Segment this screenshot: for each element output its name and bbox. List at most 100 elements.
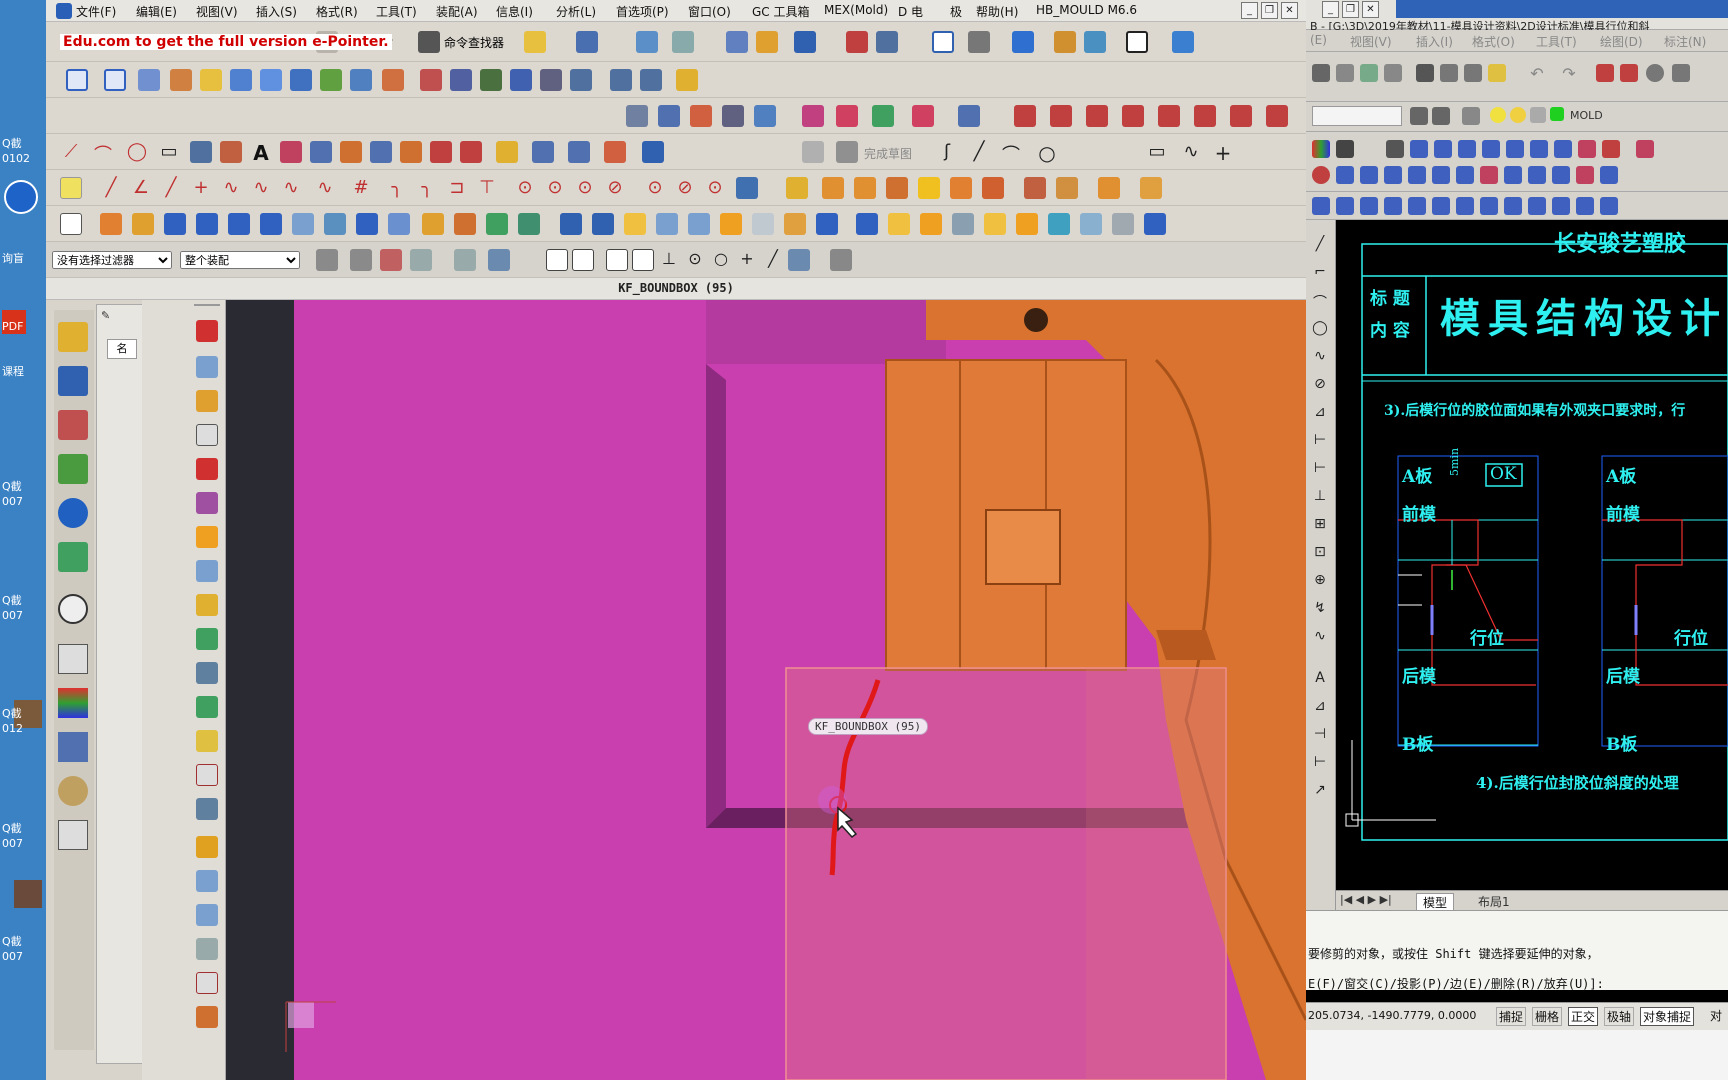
surface-icon[interactable] xyxy=(200,69,222,91)
cad-draw-icon[interactable] xyxy=(1456,166,1474,184)
constraint-navigator-icon[interactable] xyxy=(58,366,88,396)
cad-ellipse-icon[interactable]: ⊘ xyxy=(1310,376,1330,396)
mold-tool-icon[interactable] xyxy=(196,390,218,412)
roles-icon[interactable] xyxy=(58,688,88,718)
folder-icon[interactable] xyxy=(1054,31,1076,53)
cad-line-icon[interactable]: ╱ xyxy=(1310,236,1330,256)
command-finder-icon[interactable] xyxy=(418,31,440,53)
cad-tool-icon[interactable] xyxy=(1360,64,1378,82)
curve-icon[interactable] xyxy=(604,141,626,163)
curve-icon[interactable] xyxy=(280,141,302,163)
cad-dim-icon[interactable] xyxy=(1432,197,1450,215)
snap-icon[interactable]: ╱ xyxy=(762,249,784,271)
cad-restore-button[interactable]: ❐ xyxy=(1342,1,1359,18)
cad-layer-lock-icon[interactable] xyxy=(1530,107,1546,123)
sync-icon[interactable] xyxy=(754,105,776,127)
mold-tool-icon[interactable] xyxy=(196,836,218,858)
snap-icon[interactable] xyxy=(572,249,594,271)
cad-dim-icon[interactable]: ⊥ xyxy=(1310,488,1330,508)
status-osnap[interactable]: 对象捕捉 xyxy=(1640,1007,1695,1026)
menu-preferences[interactable]: 首选项(P) xyxy=(616,3,669,20)
cad-close-button[interactable]: ✕ xyxy=(1362,1,1379,18)
feature-icon[interactable] xyxy=(486,213,508,235)
mold-icon[interactable] xyxy=(918,177,940,199)
mold-tool-icon[interactable] xyxy=(196,492,218,514)
cube-icon[interactable] xyxy=(228,213,250,235)
curve-icon[interactable]: ∿ xyxy=(250,177,272,199)
cad-layer-on-icon[interactable] xyxy=(1490,107,1506,123)
polygon-icon[interactable] xyxy=(190,141,212,163)
text-icon[interactable]: A xyxy=(250,141,272,165)
analysis-icon[interactable] xyxy=(846,31,868,53)
cad-command-line[interactable]: 要修剪的对象，或按住 Shift 键选择要延伸的对象， E(F)/窗交(C)/投… xyxy=(1306,910,1728,991)
cad-tool-icon[interactable] xyxy=(1432,107,1450,125)
menu-file[interactable]: 文件(F) xyxy=(76,3,116,20)
feature-icon[interactable] xyxy=(132,213,154,235)
curve-icon[interactable] xyxy=(570,69,592,91)
lightning-icon[interactable] xyxy=(524,31,546,53)
cad-dim-icon[interactable] xyxy=(1456,197,1474,215)
app-k-icon[interactable] xyxy=(4,180,38,214)
cad-table-icon[interactable] xyxy=(1386,140,1404,158)
cad-draw-icon[interactable] xyxy=(1528,166,1546,184)
trim-icon[interactable] xyxy=(1194,105,1216,127)
mold-tool-icon[interactable] xyxy=(196,972,218,994)
cad-dim-icon[interactable] xyxy=(1312,197,1330,215)
cad-menu-tools[interactable]: 工具(T) xyxy=(1536,33,1577,50)
users-icon[interactable] xyxy=(58,776,88,806)
cad-arc-icon[interactable]: ⌒ xyxy=(1310,292,1330,312)
cad-dim-icon[interactable] xyxy=(1336,197,1354,215)
sheet-icon[interactable] xyxy=(1084,31,1106,53)
part-navigator-icon[interactable] xyxy=(58,410,88,440)
feature-icon[interactable] xyxy=(656,213,678,235)
curve-icon[interactable]: ⊐ xyxy=(446,177,468,199)
plate-icon[interactable] xyxy=(324,213,346,235)
mold-tool-icon[interactable] xyxy=(196,628,218,650)
circle-icon[interactable]: ○ xyxy=(1036,141,1058,165)
snap-icon[interactable]: ⊥ xyxy=(658,249,680,271)
circle-icon[interactable]: ⊙ xyxy=(544,177,566,199)
restore-button[interactable]: ❐ xyxy=(1261,2,1278,19)
feature-icon[interactable] xyxy=(920,213,942,235)
select-icon[interactable] xyxy=(576,31,598,53)
curve-icon[interactable] xyxy=(640,69,662,91)
mold-tool-icon[interactable] xyxy=(196,458,218,480)
cad-menu-dimension[interactable]: 标注(N) xyxy=(1664,33,1706,50)
cad-dim-icon[interactable]: ⊢ xyxy=(1310,432,1330,452)
mold-icon[interactable] xyxy=(854,177,876,199)
line-icon[interactable]: ╱ xyxy=(968,141,990,163)
cad-circle-icon[interactable]: ◯ xyxy=(1310,320,1330,340)
tab-layout1[interactable]: 布局1 xyxy=(1472,893,1516,910)
cad-undo-icon[interactable]: ↶ xyxy=(1528,64,1546,83)
cad-tool-icon[interactable] xyxy=(1384,64,1402,82)
cad-drawing-area[interactable]: 长安骏艺塑胶 标 题 内 容 模具结构设计 3).后模行位的胶位面如果有外观夹口… xyxy=(1336,220,1728,912)
mold-icon[interactable] xyxy=(982,177,1004,199)
menu-hb-mould[interactable]: HB_MOULD M6.6 xyxy=(1036,3,1137,17)
mold-tool-icon[interactable] xyxy=(196,594,218,616)
cad-dim-icon[interactable]: ↗ xyxy=(1310,782,1330,802)
point-icon[interactable]: + xyxy=(1212,141,1234,165)
menu-pole[interactable]: 极 xyxy=(950,3,962,20)
menu-assembly[interactable]: 装配(A) xyxy=(436,3,478,20)
circle-icon[interactable]: ⊙ xyxy=(644,177,666,199)
menu-analysis[interactable]: 分析(L) xyxy=(556,3,596,20)
cad-dim-icon[interactable]: ∿ xyxy=(1310,628,1330,648)
cad-color-icon[interactable] xyxy=(1312,140,1330,158)
distance-icon[interactable] xyxy=(876,31,898,53)
cylinder-icon[interactable] xyxy=(388,213,410,235)
feature-icon[interactable] xyxy=(784,213,806,235)
cad-draw-icon[interactable] xyxy=(1360,166,1378,184)
filter-icon[interactable] xyxy=(316,249,338,271)
cad-draw-icon[interactable] xyxy=(1576,166,1594,184)
feature-icon[interactable] xyxy=(1048,213,1070,235)
cad-brush-icon[interactable] xyxy=(1488,64,1506,82)
spline-icon[interactable] xyxy=(220,141,242,163)
curve-icon[interactable] xyxy=(400,141,422,163)
minimize-button[interactable]: _ xyxy=(1241,2,1258,19)
curve-icon[interactable] xyxy=(370,141,392,163)
circle-icon[interactable]: ◯ xyxy=(126,141,148,163)
cad-draw-icon[interactable] xyxy=(1336,166,1354,184)
curve-icon[interactable] xyxy=(480,69,502,91)
snap-icon[interactable] xyxy=(606,249,628,271)
cube-icon[interactable] xyxy=(260,213,282,235)
